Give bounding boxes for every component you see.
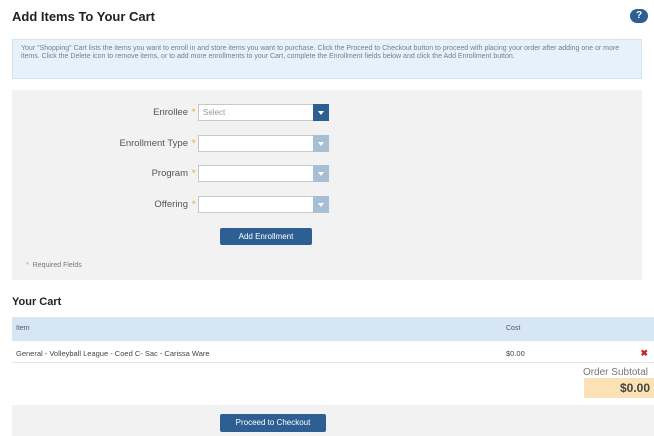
enrollee-label: Enrollee [153,107,188,118]
offering-label: Offering [154,199,188,210]
cart-title: Your Cart [12,296,62,308]
offering-select[interactable] [198,196,329,213]
enrollment-type-label: Enrollment Type [119,138,188,149]
required-fields-note: * Required Fields [26,262,82,269]
column-header-item: Item [16,325,30,332]
chevron-down-icon[interactable] [313,196,329,213]
proceed-to-checkout-button[interactable]: Proceed to Checkout [220,414,326,432]
offering-row: Offering * [12,196,642,214]
program-row: Program * [12,165,642,183]
order-subtotal-value: $0.00 [584,378,654,398]
help-icon[interactable]: ? [630,9,648,23]
enrollee-select-value: Select [203,108,226,117]
cart-table-header: Item Cost [12,317,654,341]
cart-item-cost: $0.00 [506,349,525,358]
enrollment-form: Enrollee * Select Enrollment Type * Prog… [12,90,642,280]
cart-item-name: General - Volleyball League - Coed C- Sa… [16,349,210,358]
program-select[interactable] [198,165,329,182]
enrollment-type-select[interactable] [198,135,329,152]
required-star: * [192,199,196,209]
info-box: Your "Shopping" Cart lists the items you… [12,39,642,79]
enrollee-row: Enrollee * Select [12,104,642,122]
page-header: Add Items To Your Cart ? [0,0,654,34]
chevron-down-icon[interactable] [313,165,329,182]
required-star: * [192,107,196,117]
program-label: Program [151,168,188,179]
page-title: Add Items To Your Cart [12,9,156,24]
required-star: * [192,168,196,178]
required-star: * [192,138,196,148]
required-fields-text: Required Fields [32,262,82,269]
delete-icon[interactable]: ✖ [640,348,648,359]
checkout-bar: Proceed to Checkout [12,405,654,436]
add-enrollment-button[interactable]: Add Enrollment [220,228,312,245]
enrollment-type-row: Enrollment Type * [12,135,642,153]
chevron-down-icon[interactable] [313,135,329,152]
required-star: * [26,262,29,269]
enrollee-select[interactable]: Select [198,104,329,121]
table-row: General - Volleyball League - Coed C- Sa… [12,343,654,363]
chevron-down-icon[interactable] [313,104,329,121]
column-header-cost: Cost [506,325,521,332]
order-subtotal-label: Order Subtotal [582,367,648,378]
